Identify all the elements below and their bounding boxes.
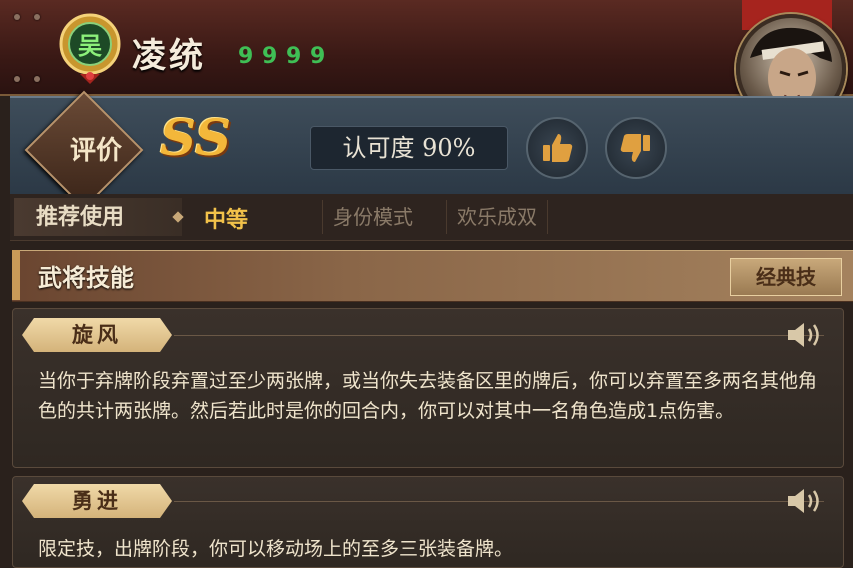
rivet — [34, 14, 40, 20]
thumbs-down-icon — [620, 134, 650, 162]
hero-name: 凌统 — [132, 36, 206, 76]
magatama-icon: 9 — [238, 44, 254, 69]
magatama-icon: 9 — [286, 44, 302, 69]
rivet — [34, 76, 40, 82]
mode-tab-happy-pair[interactable]: 欢乐成双 — [446, 200, 548, 234]
skill-name: 勇进 — [22, 484, 172, 518]
skill-description: 限定技，出牌阶段，你可以移动场上的至多三张装备牌。 — [38, 538, 514, 560]
thumbs-up-icon — [543, 134, 573, 162]
recommend-value: 中等 — [204, 207, 249, 233]
grade-badge: SS — [160, 108, 232, 167]
mode-tab-identity[interactable]: 身份模式 — [322, 200, 423, 234]
faction-char: 吴 — [78, 31, 102, 60]
skills-section-title: 武将技能 — [38, 263, 134, 292]
magatama-icon: 9 — [262, 44, 278, 69]
rivet — [14, 76, 20, 82]
magatama-icon: 9 — [310, 44, 326, 69]
skill-description: 当你于弃牌阶段弃置过至少两张牌，或当你失去装备区里的牌后，你可以弃置至多两名其他… — [38, 370, 818, 422]
rivet — [14, 14, 20, 20]
divider — [174, 335, 824, 336]
approval-rating: 认可度 90% — [310, 126, 508, 170]
divider — [174, 501, 824, 502]
speaker-icon — [788, 323, 819, 347]
speaker-icon — [788, 489, 819, 513]
recommend-label: 推荐使用 — [14, 198, 182, 236]
thumbs-up-button[interactable] — [526, 117, 588, 179]
speaker-button[interactable] — [786, 320, 824, 350]
speaker-button[interactable] — [786, 486, 824, 516]
skills-section-header — [12, 250, 853, 302]
thumbs-down-button[interactable] — [605, 117, 667, 179]
section-edge — [12, 250, 20, 300]
eval-label: 评价 — [69, 136, 122, 166]
skill-name: 旋风 — [22, 318, 172, 352]
classic-skill-button[interactable]: 经典技 — [730, 258, 842, 296]
faction-wu-badge-icon: 吴 — [58, 12, 122, 84]
hero-header — [0, 0, 853, 96]
